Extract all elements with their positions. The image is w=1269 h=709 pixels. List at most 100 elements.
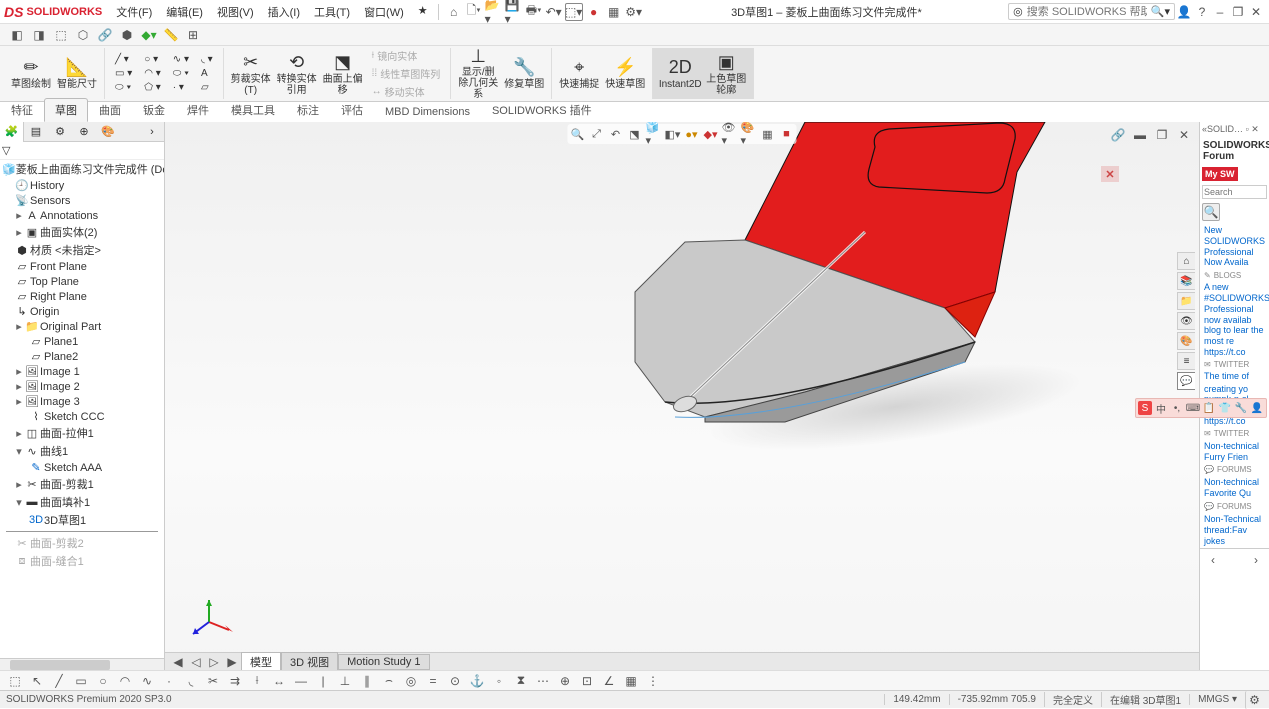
tp-tab-view[interactable]: 👁 (1177, 312, 1195, 330)
tree-material[interactable]: ⬢材质 <未指定> (0, 241, 164, 259)
tree-plane2[interactable]: ▱Plane2 (0, 349, 164, 364)
ime-kbd-icon[interactable]: ⌨ (1186, 401, 1200, 415)
tab-feature[interactable]: 特征 (0, 98, 44, 122)
hu-display-icon[interactable]: ◧▾ (665, 126, 681, 142)
vp-close-icon[interactable]: ✕ (1175, 126, 1193, 144)
select-icon[interactable]: ⬚▾ (565, 3, 583, 21)
cmd-arc[interactable]: ◠ ▾ (140, 67, 165, 80)
minimize-icon[interactable]: – (1211, 3, 1229, 21)
fm-tab-config[interactable]: ⚙ (48, 122, 72, 142)
cmd-fillet[interactable]: ◟ ▾ (197, 53, 217, 66)
qa-icon-6[interactable]: ⬢ (118, 26, 136, 44)
fm-filter[interactable]: ▽ (0, 142, 164, 160)
search-icon[interactable]: 🔍▾ (1151, 5, 1170, 18)
tab-surface[interactable]: 曲面 (88, 98, 132, 122)
tree-curve1[interactable]: ▾∿曲线1 (0, 442, 164, 460)
home-icon[interactable]: ⌂ (445, 3, 463, 21)
fm-tab-tree[interactable]: 🧩 (0, 122, 24, 142)
hu-view-icon[interactable]: ▦ (760, 126, 776, 142)
tree-annotations[interactable]: ▸AAnnotations (0, 208, 164, 223)
cmd-text[interactable]: A (197, 67, 217, 80)
tree-solidbodies[interactable]: ▸▣曲面实体(2) (0, 223, 164, 241)
menu-star[interactable]: ★ (412, 2, 434, 22)
help-search-input[interactable] (1027, 6, 1147, 18)
qa-icon-7[interactable]: ◆▾ (140, 26, 158, 44)
hu-orient-icon[interactable]: 🧊▾ (646, 126, 662, 142)
cmd-display-relations[interactable]: ⊥显示/删除几何关系 (457, 49, 499, 99)
forum-link-6[interactable]: Non-technical Favorite Qu (1200, 475, 1269, 501)
hu-fit-icon[interactable]: ⤢ (589, 126, 605, 142)
new-icon[interactable]: 🗋▾ (465, 3, 483, 21)
hu-scene-icon[interactable]: ●▾ (684, 126, 700, 142)
ime-tool-icon[interactable]: 🔧 (1234, 401, 1248, 415)
hu-prev-icon[interactable]: ↶ (608, 126, 624, 142)
rebuild-icon[interactable]: ● (585, 3, 603, 21)
forum-link-7[interactable]: Non-Technical thread:Fav jokes (1200, 512, 1269, 548)
cmd-line[interactable]: ╱ ▾ (111, 53, 136, 66)
print-icon[interactable]: 🖶▾ (525, 3, 543, 21)
hu-record-icon[interactable]: ■ (779, 126, 795, 142)
forum-search[interactable] (1202, 185, 1267, 199)
fm-scrollbar[interactable] (0, 658, 164, 670)
annotation-close-icon[interactable]: ✕ (1101, 166, 1119, 182)
tp-tab-lib[interactable]: 📚 (1177, 272, 1195, 290)
menu-insert[interactable]: 插入(I) (262, 2, 306, 22)
forum-link-5[interactable]: Non-technical Furry Frien (1200, 439, 1269, 465)
cmd-slot[interactable]: ⬭ ▾ (111, 81, 136, 94)
btab-prev-icon[interactable]: ◀ (169, 653, 187, 671)
ime-user-icon[interactable]: 👤 (1250, 401, 1264, 415)
qa-icon-3[interactable]: ⬚ (52, 26, 70, 44)
forum-search-input[interactable] (1204, 187, 1244, 197)
fm-tab-property[interactable]: ▤ (24, 122, 48, 142)
forum-link-1[interactable]: New SOLIDWORKS Professional Now Availa (1200, 223, 1269, 270)
cmd-instant2d[interactable]: 2DInstant2D (659, 49, 701, 99)
ime-punct-icon[interactable]: •, (1170, 401, 1184, 415)
vp-max-icon[interactable]: ❐ (1153, 126, 1171, 144)
tree-surfflat[interactable]: ▾▬曲面填补1 (0, 493, 164, 511)
cmd-sketch[interactable]: ✏草图绘制 (10, 49, 52, 99)
tree-root[interactable]: 🧊菱板上曲面练习文件完成件 (Default<< (0, 160, 164, 178)
open-icon[interactable]: 📂▾ (485, 3, 503, 21)
tp-tab-file[interactable]: 📁 (1177, 292, 1195, 310)
hu-edit-icon[interactable]: ◆▾ (703, 126, 719, 142)
tab-sketch[interactable]: 草图 (44, 98, 88, 122)
btab-prev2-icon[interactable]: ◁ (187, 653, 205, 671)
qa-icon-9[interactable]: ⊞ (184, 26, 202, 44)
cmd-quick-snap[interactable]: ⌖快速捕捉 (558, 49, 600, 99)
cmd-convert[interactable]: ⟲转换实体引用 (276, 49, 318, 99)
vp-win-icon[interactable]: ▬ (1131, 126, 1149, 144)
help-search[interactable]: ◎ 🔍▾ (1008, 3, 1175, 20)
tree-rightplane[interactable]: ▱Right Plane (0, 289, 164, 304)
cmd-rect[interactable]: ▭ ▾ (111, 67, 136, 80)
tree-frontplane[interactable]: ▱Front Plane (0, 259, 164, 274)
ime-clip-icon[interactable]: 📋 (1202, 401, 1216, 415)
forum-link-3[interactable]: The time of (1200, 370, 1269, 383)
cmd-plane[interactable]: ▱ (197, 81, 217, 94)
forum-search-go-icon[interactable]: 🔍 (1202, 203, 1220, 221)
user-icon[interactable]: 👤 (1175, 3, 1193, 21)
tree-origin[interactable]: ↳Origin (0, 304, 164, 319)
reference-triad[interactable] (187, 592, 237, 642)
status-units[interactable]: MMGS ▾ (1189, 694, 1245, 705)
ime-cn-icon[interactable]: 中 (1154, 401, 1168, 415)
qa-icon-2[interactable]: ◨ (30, 26, 48, 44)
tab-addins[interactable]: SOLIDWORKS 插件 (481, 98, 603, 122)
ime-float-bar[interactable]: S 中 •, ⌨ 📋 👕 🔧 👤 (1135, 398, 1267, 418)
undo-icon[interactable]: ↶▾ (545, 3, 563, 21)
tab-mbd[interactable]: MBD Dimensions (374, 102, 481, 122)
status-gear-icon[interactable]: ⚙ (1245, 691, 1263, 709)
vp-link-icon[interactable]: 🔗 (1109, 126, 1127, 144)
btab-3dview[interactable]: 3D 视图 (281, 652, 338, 671)
btab-next-icon[interactable]: ▷ (205, 653, 223, 671)
menu-file[interactable]: 文件(F) (110, 2, 158, 22)
settings-icon[interactable]: ⚙▾ (625, 3, 643, 21)
fm-tab-more[interactable]: › (140, 122, 164, 142)
cmd-poly[interactable]: ⬠ ▾ (140, 81, 165, 94)
tab-markup[interactable]: 标注 (286, 98, 330, 122)
tree-surfext[interactable]: ▸◫曲面-拉伸1 (0, 424, 164, 442)
tree-img2[interactable]: ▸🖼Image 2 (0, 379, 164, 394)
tree-topplane[interactable]: ▱Top Plane (0, 274, 164, 289)
btab-model[interactable]: 模型 (241, 652, 281, 671)
tab-evaluate[interactable]: 评估 (330, 98, 374, 122)
fm-tab-dim[interactable]: ⊕ (72, 122, 96, 142)
